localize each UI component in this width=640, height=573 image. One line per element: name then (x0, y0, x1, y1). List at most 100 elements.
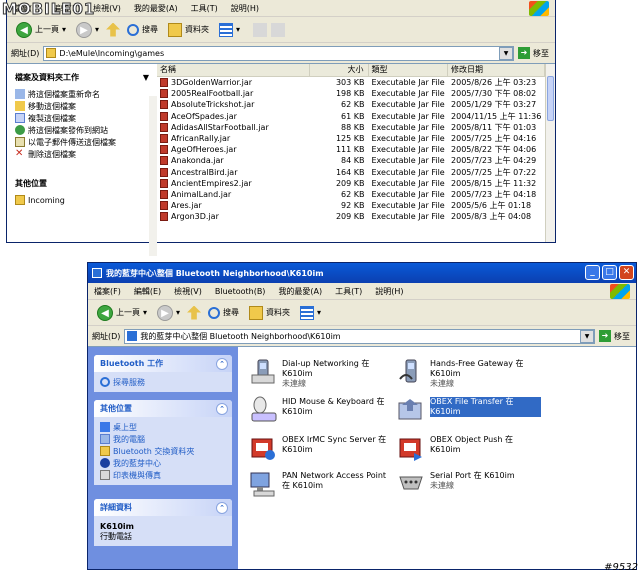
chevron-down-icon[interactable]: ▼ (143, 73, 149, 82)
views-button[interactable]: ▾ (216, 22, 243, 37)
table-row[interactable]: AncestralBird.jar 164 KB Executable Jar Fi… (157, 167, 545, 178)
service-hid[interactable]: HID Mouse & Keyboard 在 K610im (248, 395, 393, 425)
menu-edit[interactable]: 編輯(E) (134, 286, 161, 297)
views-button[interactable]: ▾ (297, 305, 324, 320)
file-name-text: AdidasAllStarFootball.jar (171, 122, 269, 132)
details-header[interactable]: 詳細資料 ⌃ (94, 499, 232, 516)
table-row[interactable]: AceOfSpades.jar 61 KB Executable Jar File 2… (157, 111, 545, 122)
other-places-header[interactable]: 其他位置 ⌃ (94, 400, 232, 417)
menu-tools[interactable]: 工具(T) (335, 286, 362, 297)
back-label: 上一頁 (116, 308, 140, 317)
service-obex-push[interactable]: OBEX Object Push 在 K610im (396, 433, 541, 463)
place-label: 印表機與傳真 (113, 470, 161, 480)
service-name: Hands-Free Gateway 在 K610im (430, 359, 524, 378)
service-handsfree[interactable]: Hands-Free Gateway 在 K610im 未連線 (396, 357, 541, 389)
table-row[interactable]: Anakonda.jar 84 KB Executable Jar File 2005… (157, 155, 545, 166)
address-input[interactable]: D:\eMule\Incoming\games ▼ (43, 45, 514, 61)
table-row[interactable]: 2005RealFootball.jar 198 KB Executable Jar… (157, 88, 545, 99)
task-publish[interactable]: 將這個檔案發佈到網站 (15, 124, 149, 136)
menu-favorites[interactable]: 我的最愛(A) (134, 3, 178, 14)
task-move[interactable]: 移動這個檔案 (15, 100, 149, 112)
scroll-thumb[interactable] (547, 76, 554, 121)
service-irmc[interactable]: OBEX IrMC Sync Server 在 K610im (248, 433, 393, 463)
content-area: 檔案及資料夾工作 ▼ 將這個檔案重新命名 移動這個檔案 複製這個檔案 將這個檔案發… (7, 63, 555, 256)
chevron-up-icon[interactable]: ⌃ (216, 357, 228, 370)
task-pane-scrollbar[interactable] (149, 96, 157, 256)
menu-view[interactable]: 檢視(V) (174, 286, 202, 297)
table-row[interactable]: AbsoluteTrickshot.jar 62 KB Executable Jar… (157, 99, 545, 110)
go-button[interactable]: ➜ 移至 (599, 330, 630, 342)
back-arrow-icon: ◀ (97, 304, 113, 321)
task-copy[interactable]: 複製這個檔案 (15, 112, 149, 124)
task-rename[interactable]: 將這個檔案重新命名 (15, 88, 149, 100)
service-name: PAN Network Access Point 在 K610im (282, 471, 387, 490)
file-list-scrollbar[interactable] (545, 64, 555, 242)
menu-help[interactable]: 說明(H) (231, 3, 259, 14)
watermark-code: #9532 (604, 562, 638, 573)
service-obex-ftp[interactable]: OBEX File Transfer 在 K610im (396, 395, 541, 425)
menu-help[interactable]: 說明(H) (375, 286, 403, 297)
service-serial[interactable]: Serial Port 在 K610im 未連線 (396, 469, 541, 499)
table-row[interactable]: AnimalLand.jar 62 KB Executable Jar File 20… (157, 189, 545, 200)
place-desktop[interactable]: 桌上型 (100, 421, 226, 433)
address-dropdown-button[interactable]: ▼ (580, 329, 594, 343)
col-date[interactable]: 修改日期 (448, 64, 545, 76)
place-printers[interactable]: 印表機與傳真 (100, 469, 226, 481)
move-to-icon[interactable] (253, 22, 268, 37)
close-button[interactable]: ✕ (619, 265, 634, 280)
col-size[interactable]: 大小 (310, 64, 369, 76)
discover-services-link[interactable]: 探尋服務 (100, 376, 226, 388)
file-size: 303 KB (335, 78, 365, 87)
col-type[interactable]: 類型 (369, 64, 449, 76)
file-date: 2005/7/25 上午 04:16 (451, 133, 537, 143)
place-my-bluetooth[interactable]: 我的藍芽中心 (100, 457, 226, 469)
publish-web-icon (15, 125, 25, 135)
chevron-up-icon[interactable]: ⌃ (216, 501, 228, 514)
task-delete[interactable]: ✕ 刪除這個檔案 (15, 148, 149, 160)
task-label: 刪除這個檔案 (28, 149, 76, 159)
place-my-computer[interactable]: 我的電腦 (100, 433, 226, 445)
address-input[interactable]: 我的藍芽中心\整個 Bluetooth Neighborhood\K610im … (124, 328, 595, 344)
forward-button[interactable]: ▶ ▾ (154, 304, 183, 321)
task-email[interactable]: 以電子郵件傳送這個檔案 (15, 136, 149, 148)
table-row[interactable]: Ares.jar 92 KB Executable Jar File 2005/5/6… (157, 200, 545, 211)
menu-bluetooth[interactable]: Bluetooth(B) (215, 287, 266, 296)
copy-to-icon[interactable] (271, 22, 286, 37)
col-name[interactable]: 名稱 (157, 64, 311, 76)
up-folder-icon[interactable] (187, 305, 202, 320)
bluetooth-tasks-header[interactable]: Bluetooth 工作 ⌃ (94, 355, 232, 372)
forward-button[interactable]: ▶ ▾ (73, 21, 102, 38)
back-button[interactable]: ◀ 上一頁 ▾ (94, 304, 150, 321)
file-date: 2005/1/29 下午 03:27 (451, 100, 537, 110)
table-row[interactable]: Argon3D.jar 209 KB Executable Jar File 2005… (157, 211, 545, 222)
go-button[interactable]: ➜ 移至 (518, 47, 549, 59)
search-button[interactable]: 搜尋 (124, 23, 161, 36)
table-row[interactable]: AdidasAllStarFootball.jar 88 KB Executable… (157, 122, 545, 133)
menu-favorites[interactable]: 我的最愛(A) (278, 286, 322, 297)
up-folder-icon[interactable] (106, 22, 121, 37)
table-row[interactable]: 3DGoldenWarrior.jar 303 KB Executable Jar … (157, 77, 545, 88)
table-row[interactable]: AgeOfHeroes.jar 111 KB Executable Jar File… (157, 144, 545, 155)
place-bt-exchange[interactable]: Bluetooth 交換資料夾 (100, 445, 226, 457)
address-dropdown-button[interactable]: ▼ (499, 46, 513, 60)
other-places-header[interactable]: 其他位置 (15, 176, 149, 190)
search-button[interactable]: 搜尋 (205, 306, 242, 319)
chevron-up-icon[interactable]: ⌃ (216, 402, 228, 415)
place-incoming[interactable]: Incoming (15, 194, 149, 206)
minimize-button[interactable]: _ (585, 265, 600, 280)
file-date: 2005/7/25 上午 07:22 (451, 167, 537, 177)
menu-view[interactable]: 檢視(V) (93, 3, 121, 14)
maximize-button[interactable]: □ (602, 265, 617, 280)
folders-button[interactable]: 資料夾 (165, 22, 212, 37)
back-button[interactable]: ◀ 上一頁 ▾ (13, 21, 69, 38)
menu-file[interactable]: 檔案(F) (94, 286, 121, 297)
service-pan[interactable]: PAN Network Access Point 在 K610im (248, 469, 393, 499)
folders-button[interactable]: 資料夾 (246, 305, 293, 320)
menu-tools[interactable]: 工具(T) (191, 3, 218, 14)
service-dialup[interactable]: Dial-up Networking 在 K610im 未連線 (248, 357, 393, 389)
table-row[interactable]: AncientEmpires2.jar 209 KB Executable Jar … (157, 178, 545, 189)
list-header: 名稱 大小 類型 修改日期 (157, 64, 545, 77)
copy-icon (15, 113, 25, 123)
table-row[interactable]: AfricanRally.jar 125 KB Executable Jar Fil… (157, 133, 545, 144)
file-tasks-header[interactable]: 檔案及資料夾工作 ▼ (15, 70, 149, 84)
